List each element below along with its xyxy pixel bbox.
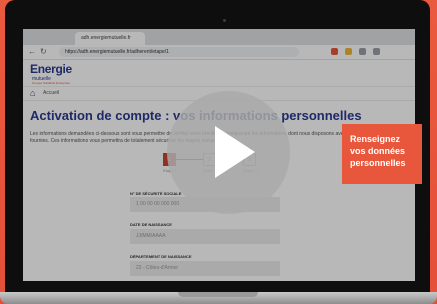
laptop-notch — [178, 292, 258, 297]
callout-line-3: personnelles — [350, 158, 406, 168]
webcam — [223, 19, 226, 22]
callout-banner: Renseignez vos données personnelles — [342, 124, 422, 184]
callout-line-1: Renseignez — [350, 134, 401, 144]
callout-line-2: vos données — [350, 146, 406, 156]
play-button[interactable] — [167, 91, 290, 214]
play-icon — [215, 126, 255, 178]
